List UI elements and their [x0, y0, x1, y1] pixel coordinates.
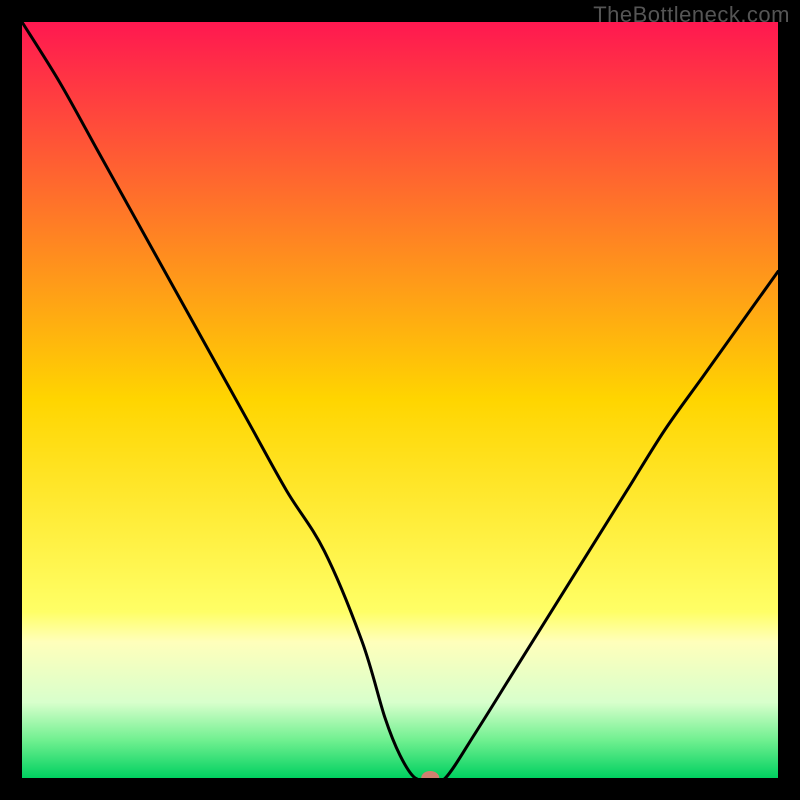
watermark-text: TheBottleneck.com	[593, 2, 790, 28]
bottleneck-chart	[0, 0, 800, 800]
chart-container: TheBottleneck.com	[0, 0, 800, 800]
gradient-background	[22, 22, 778, 778]
